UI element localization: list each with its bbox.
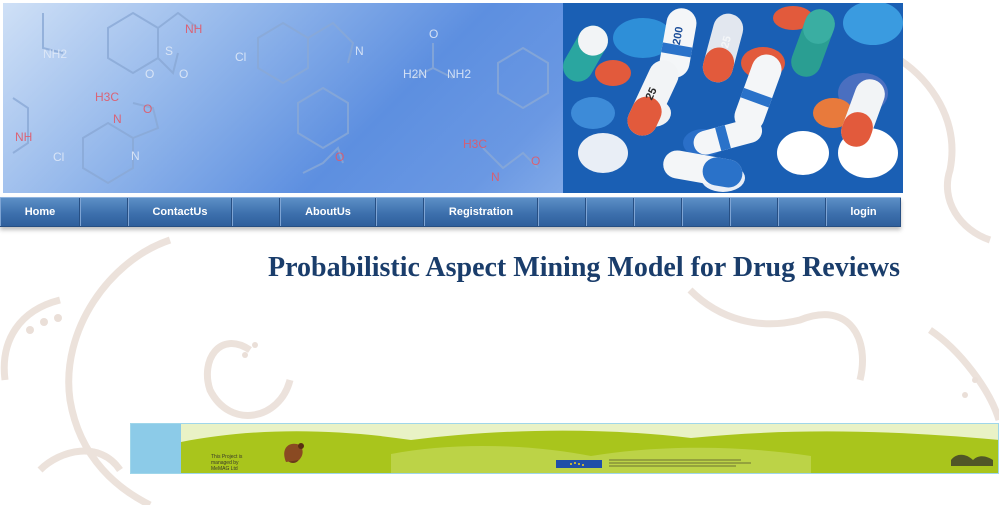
- nav-spacer: [778, 198, 826, 226]
- page-title: Probabilistic Aspect Mining Model for Dr…: [268, 252, 901, 283]
- chem-label: NH2: [447, 67, 471, 81]
- nav-registration[interactable]: Registration: [424, 198, 538, 226]
- main-navbar: Home ContactUs AboutUs Registration logi…: [0, 197, 901, 227]
- nav-login[interactable]: login: [826, 198, 901, 226]
- nav-home[interactable]: Home: [0, 198, 80, 226]
- chem-label: H3C: [95, 90, 119, 104]
- header-banner: NH2 NH S O O Cl N H2N NH2 O H3C N O NH C…: [3, 3, 903, 193]
- benzene-ring-icon: [107, 11, 159, 75]
- chem-label: O: [335, 150, 344, 164]
- footer-managed-text: This Project is managed by MeMAG Ltd: [211, 454, 242, 472]
- nav-spacer: [586, 198, 634, 226]
- benzene-ring-icon: [257, 21, 309, 85]
- chem-label: O: [143, 102, 152, 116]
- chem-label: Cl: [53, 150, 64, 164]
- chem-label: NH: [185, 22, 202, 36]
- chem-label: NH2: [43, 47, 67, 61]
- banner-artwork: NH2 NH S O O Cl N H2N NH2 O H3C N O NH C…: [12, 3, 903, 193]
- chem-label: Cl: [235, 50, 246, 64]
- chem-label: H3C: [463, 137, 487, 151]
- chem-label: O: [145, 67, 154, 81]
- nav-spacer: [730, 198, 778, 226]
- chem-label: H2N: [403, 67, 427, 81]
- chem-label: N: [131, 149, 140, 163]
- chem-label: NH: [15, 130, 32, 144]
- chem-label: N: [355, 44, 364, 58]
- chem-label: O: [429, 27, 438, 41]
- nav-about-us[interactable]: AboutUs: [280, 198, 376, 226]
- chem-label: O: [531, 154, 540, 168]
- footer-text-line: MeMAG Ltd: [211, 466, 238, 472]
- nav-spacer: [232, 198, 280, 226]
- benzene-ring-icon: [82, 121, 134, 185]
- nav-spacer: [634, 198, 682, 226]
- nav-spacer: [376, 198, 424, 226]
- chem-label: N: [113, 112, 122, 126]
- chem-label: S: [165, 44, 173, 58]
- chem-label: N: [491, 170, 500, 184]
- footer-banner: This Project is managed by MeMAG Ltd: [130, 423, 999, 474]
- nav-spacer: [682, 198, 730, 226]
- nav-spacer: [80, 198, 128, 226]
- chem-label: O: [179, 67, 188, 81]
- nav-spacer: [538, 198, 586, 226]
- footer-artwork: [181, 424, 998, 473]
- nav-contact-us[interactable]: ContactUs: [128, 198, 232, 226]
- benzene-ring-icon: [297, 86, 349, 150]
